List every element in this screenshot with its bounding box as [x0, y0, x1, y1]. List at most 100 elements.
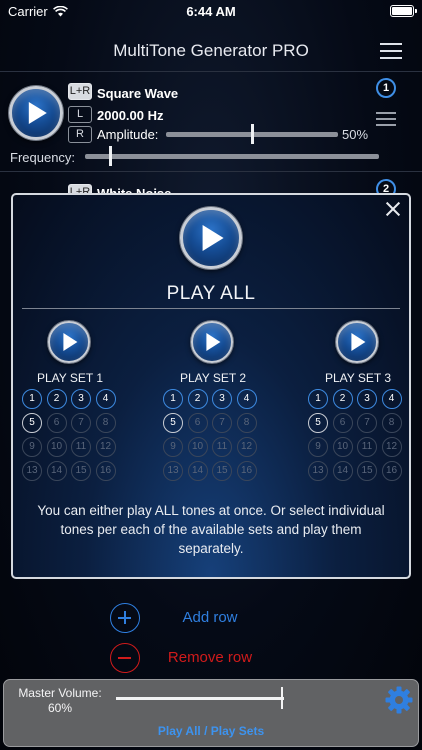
frequency-slider-label: Frequency: [10, 150, 76, 165]
tone-toggle[interactable]: 8 [95, 413, 116, 433]
tone-toggle[interactable]: 10 [332, 437, 353, 457]
tone-toggle[interactable]: 13 [22, 461, 42, 481]
tone-toggle[interactable]: 3 [71, 389, 91, 409]
hamburger-menu-icon[interactable] [380, 43, 402, 59]
nav-bar: MultiTone Generator PRO [0, 30, 422, 72]
tone-toggle[interactable]: 15 [212, 461, 232, 481]
tone-toggle[interactable]: 3 [212, 389, 232, 409]
tone-toggle[interactable]: 2 [332, 389, 353, 409]
master-volume-slider-thumb[interactable] [281, 687, 283, 709]
tone-toggle[interactable]: 9 [308, 437, 328, 457]
footer-panel: Master Volume: 60% Play All / Play Sets [3, 679, 419, 747]
tone-toggle[interactable]: 6 [332, 413, 353, 433]
play-set-1-grid: 1 2 3 4 5 6 7 8 9 10 11 12 13 14 15 16 [22, 389, 118, 481]
tone-toggle[interactable]: 5 [308, 413, 328, 433]
amplitude-label: Amplitude: [97, 127, 159, 142]
tone-toggle[interactable]: 15 [357, 461, 377, 481]
waveform-label[interactable]: Square Wave [97, 86, 178, 101]
channel-right-button[interactable]: R [68, 126, 92, 143]
dialog-description: You can either play ALL tones at once. O… [37, 503, 385, 556]
remove-row-button[interactable] [110, 643, 140, 673]
play-icon [202, 225, 224, 251]
play-set-1-button[interactable] [48, 321, 90, 363]
play-set-2-grid: 1 2 3 4 5 6 7 8 9 10 11 12 13 14 15 16 [163, 389, 259, 481]
tone-toggle[interactable]: 12 [95, 437, 116, 457]
tone-row: L+R L R Square Wave 2000.00 Hz Amplitude… [0, 76, 422, 172]
play-all-button[interactable] [180, 207, 242, 269]
tone-toggle[interactable]: 7 [212, 413, 232, 433]
frequency-slider[interactable] [85, 154, 379, 159]
row-menu-icon[interactable] [376, 112, 396, 126]
play-icon [28, 102, 47, 124]
tone-toggle[interactable]: 6 [187, 413, 208, 433]
tone-index-badge: 1 [376, 78, 396, 98]
tone-toggle[interactable]: 11 [212, 437, 232, 457]
tone-toggle[interactable]: 3 [357, 389, 377, 409]
master-volume-title: Master Volume: [18, 686, 102, 700]
tone-play-button[interactable] [9, 86, 63, 140]
channel-lr-button[interactable]: L+R [68, 83, 92, 100]
tone-toggle[interactable]: 9 [163, 437, 183, 457]
tone-toggle[interactable]: 16 [95, 461, 116, 481]
amplitude-value: 50% [342, 127, 369, 142]
tone-toggle[interactable]: 14 [332, 461, 353, 481]
tone-toggle[interactable]: 2 [46, 389, 67, 409]
tone-toggle[interactable]: 5 [163, 413, 183, 433]
play-set-3-label: PLAY SET 3 [324, 371, 392, 385]
play-set-3-grid: 1 2 3 4 5 6 7 8 9 10 11 12 13 14 15 16 [308, 389, 404, 481]
tone-toggle[interactable]: 12 [236, 437, 257, 457]
amplitude-slider-thumb[interactable] [251, 124, 254, 144]
app-title: MultiTone Generator PRO [113, 41, 309, 60]
tone-toggle[interactable]: 10 [46, 437, 67, 457]
play-sets-link[interactable]: Play All / Play Sets [4, 724, 418, 738]
dialog-title: PLAY ALL [166, 283, 256, 304]
master-volume-value: 60% [47, 701, 73, 715]
add-row-button[interactable] [110, 603, 140, 633]
tone-toggle[interactable]: 6 [46, 413, 67, 433]
channel-left-button[interactable]: L [68, 106, 92, 123]
frequency-value[interactable]: 2000.00 Hz [97, 108, 164, 123]
play-set-1-label: PLAY SET 1 [36, 371, 104, 385]
play-set-2-label: PLAY SET 2 [179, 371, 247, 385]
gear-icon[interactable] [384, 685, 414, 715]
status-bar: Carrier 6:44 AM [0, 0, 422, 24]
status-time: 6:44 AM [186, 4, 236, 19]
master-volume-label: Master Volume: 60% [10, 686, 110, 716]
tone-toggle[interactable]: 1 [22, 389, 42, 409]
tone-toggle[interactable]: 4 [95, 389, 116, 409]
tone-toggle[interactable]: 8 [381, 413, 402, 433]
tone-toggle[interactable]: 13 [308, 461, 328, 481]
frequency-slider-thumb[interactable] [108, 146, 112, 166]
tone-toggle[interactable]: 14 [187, 461, 208, 481]
tone-toggle[interactable]: 9 [22, 437, 42, 457]
add-row-label[interactable]: Add row [150, 609, 270, 626]
tone-toggle[interactable]: 2 [187, 389, 208, 409]
tone-toggle[interactable]: 11 [357, 437, 377, 457]
tone-toggle[interactable]: 14 [46, 461, 67, 481]
remove-row-label[interactable]: Remove row [150, 649, 270, 666]
tone-toggle[interactable]: 10 [187, 437, 208, 457]
tone-toggle[interactable]: 4 [236, 389, 257, 409]
play-set-2-button[interactable] [191, 321, 233, 363]
tone-toggle[interactable]: 16 [381, 461, 402, 481]
play-all-dialog: PLAY ALL PLAY SET 1 1 2 3 4 5 6 7 8 9 10 11 12 13 14 1… [11, 193, 411, 579]
tone-toggle[interactable]: 15 [71, 461, 91, 481]
close-icon[interactable] [383, 199, 403, 219]
tone-toggle[interactable]: 1 [308, 389, 328, 409]
tone-toggle[interactable]: 7 [71, 413, 91, 433]
tone-toggle[interactable]: 13 [163, 461, 183, 481]
tone-toggle[interactable]: 5 [22, 413, 42, 433]
tone-toggle[interactable]: 8 [236, 413, 257, 433]
play-icon [206, 333, 221, 351]
tone-toggle[interactable]: 16 [236, 461, 257, 481]
play-icon [63, 333, 78, 351]
tone-toggle[interactable]: 12 [381, 437, 402, 457]
tone-toggle[interactable]: 11 [71, 437, 91, 457]
master-volume-slider[interactable] [116, 697, 284, 700]
battery-icon [390, 5, 417, 17]
play-set-3-button[interactable] [336, 321, 378, 363]
tone-toggle[interactable]: 7 [357, 413, 377, 433]
tone-toggle[interactable]: 4 [381, 389, 402, 409]
play-icon [351, 333, 366, 351]
tone-toggle[interactable]: 1 [163, 389, 183, 409]
